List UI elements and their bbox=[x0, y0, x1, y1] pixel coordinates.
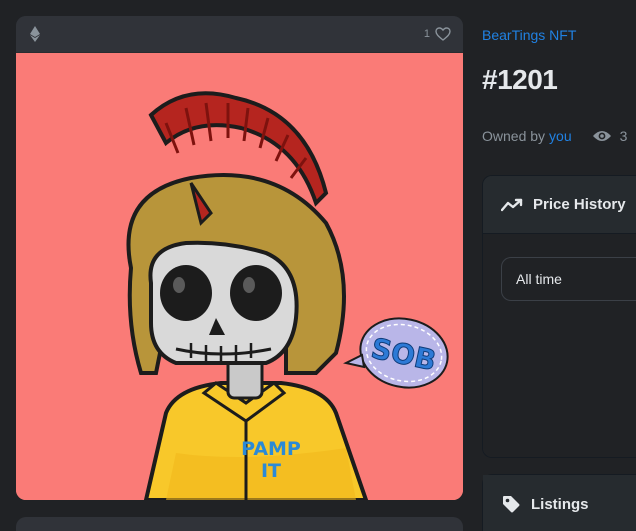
price-history-title: Price History bbox=[533, 196, 626, 213]
listings-title: Listings bbox=[531, 495, 589, 513]
trend-line-icon bbox=[501, 198, 523, 212]
card-header: 1 bbox=[16, 16, 463, 53]
favorite-count: 1 bbox=[423, 28, 430, 40]
price-history-body: All time bbox=[483, 234, 636, 457]
next-card-edge bbox=[16, 517, 463, 531]
listings-header[interactable]: Listings bbox=[483, 475, 636, 531]
views-number: 3 bbox=[619, 128, 628, 144]
nft-card: 1 PAMP IT SOB bbox=[16, 16, 463, 500]
eye-icon bbox=[592, 129, 612, 143]
collection-link[interactable]: BearTings NFT bbox=[482, 27, 576, 43]
price-history-header[interactable]: Price History bbox=[483, 176, 636, 234]
owner-line: Owned by you 3 bbox=[482, 128, 627, 144]
svg-text:PAMP: PAMP bbox=[241, 438, 301, 460]
skull-spartan-artwork: PAMP IT SOB bbox=[16, 53, 463, 500]
tag-icon bbox=[501, 494, 521, 514]
listings-panel: Listings bbox=[482, 474, 636, 531]
owner-link[interactable]: you bbox=[549, 128, 572, 144]
nft-image[interactable]: PAMP IT SOB bbox=[16, 53, 463, 500]
price-history-panel: Price History All time bbox=[482, 175, 636, 458]
ethereum-icon bbox=[30, 26, 40, 42]
favorite-button[interactable]: 1 bbox=[424, 27, 451, 41]
token-title: #1201 bbox=[482, 64, 558, 95]
owned-by-label: Owned by bbox=[482, 128, 546, 144]
time-range-select[interactable]: All time bbox=[501, 257, 636, 301]
view-count: 3 bbox=[592, 128, 628, 144]
svg-text:IT: IT bbox=[261, 460, 281, 482]
heart-icon bbox=[435, 27, 451, 41]
time-range-value: All time bbox=[516, 271, 562, 287]
